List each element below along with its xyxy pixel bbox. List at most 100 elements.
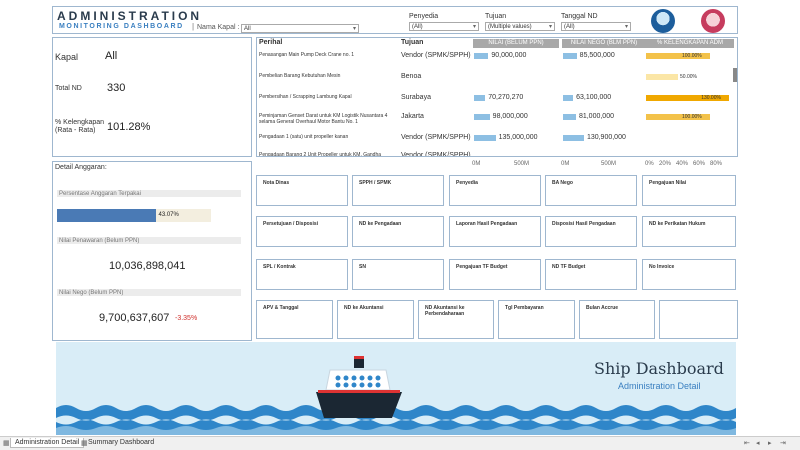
process-cell[interactable]: Laporan Hasil Pengadaan [449,216,541,247]
first-page-icon[interactable]: ⇤ [744,439,750,447]
cell-perihal[interactable]: Pengadaan 1 (satu) unit propeller kanan [259,134,397,140]
process-cell[interactable]: Penyedia [449,175,541,206]
cell-perihal[interactable]: Penasangan Main Pump Deck Crane no. 1 [259,52,397,58]
kapal-filter-select[interactable]: All ▾ [241,24,359,33]
tanggal-filter-select[interactable]: (All) ▾ [561,22,631,31]
axis-pct-1-outer: 20% [659,161,672,167]
chevron-down-icon: ▾ [624,24,628,30]
kapal-label: Kapal [55,52,79,62]
process-cell[interactable]: Nota Dinas [256,175,348,206]
process-cell[interactable]: ND TF Budget [545,259,637,290]
tab-administration-detail[interactable]: Administration Detail [10,438,85,448]
process-cell[interactable]: SN [352,259,444,290]
process-cell[interactable]: Pengajuan Nilai [642,175,736,206]
process-cell[interactable]: Pengajuan TF Budget [449,259,541,290]
penyedia-filter-value: (All) [412,24,423,30]
cell-perihal[interactable]: Peminjaman Genset Darat untuk KM Logisti… [259,113,397,125]
process-cell-label: SPPH / SPMK [359,180,392,186]
process-cell[interactable]: SPL / Kontrak [256,259,348,290]
process-cell[interactable]: ND ke Pengadaan [352,216,444,247]
process-cell[interactable]: ND Akuntansi ke Perbendaharaan [418,300,494,339]
process-cell-label: Disposisi Hasil Pengadaan [552,221,616,227]
axis-pct-0-outer: 0% [645,161,654,167]
cell-nego: 130,900,000 [586,134,626,141]
process-cell[interactable]: Persetujuan / Disposisi [256,216,348,247]
last-page-icon[interactable]: ⇥ [780,439,786,447]
col-header-tujuan[interactable]: Tujuan [401,39,423,46]
persentase-label: Persentase Anggaran Terpakai [59,191,141,197]
process-cell-label: Persetujuan / Disposisi [263,221,319,227]
prev-page-icon[interactable]: ◂ [756,439,760,447]
kelengkapan-label: % Kelengkapan [55,119,105,126]
process-cell-label: Penyedia [456,180,478,186]
process-cell-label: Tgl Pembayaran [505,305,544,311]
col-header-perihal[interactable]: Perihal [259,39,282,46]
process-cell[interactable]: Tgl Pembayaran [498,300,575,339]
process-cell[interactable] [659,300,738,339]
bar-nilai [474,95,486,101]
cell-nego: 63,100,000 [576,94,612,101]
ship-banner: Ship Dashboard Administration Detail [56,342,736,435]
col-header-nego[interactable]: NILAI NEGO (BLM PPN) [562,39,646,48]
banner-subtitle: Administration Detail [618,381,701,391]
cell-nilai: 98,000,000 [492,113,528,120]
tab-summary-dashboard[interactable]: Summary Dashboard [84,438,158,447]
chevron-down-icon: ▾ [472,24,476,30]
company-logo-left [651,9,675,33]
process-cell-label: BA Nego [552,180,573,186]
tujuan-filter-label: Tujuan [485,13,507,20]
total-nd-label: Total ND [55,85,82,92]
tujuan-filter-select[interactable]: (Multiple values) ▾ [485,22,555,31]
axis-nego-1-outer: 500M [601,161,617,167]
penyedia-filter-label: Penyedia [409,13,439,20]
penawaran-value: 10,036,898,041 [109,260,186,272]
cell-perihal[interactable]: Pembelian Barang Kebutuhan Mesin [259,73,397,79]
cell-nilai: 70,270,270 [488,94,524,101]
axis-nilai-0-outer: 0M [472,161,481,167]
process-cell-label: Laporan Hasil Pengadaan [456,221,518,227]
col-header-nilai[interactable]: NILAI (BELUM PPN) [473,39,559,48]
kelengkapan-value: 101.28% [107,121,151,133]
process-cell-label: ND TF Budget [552,264,586,270]
cell-perihal[interactable]: Pengadaan Barang 2 Unit Propeller untuk … [259,152,397,156]
axis-nilai-1-outer: 500M [514,161,530,167]
process-cell[interactable]: APV & Tanggal [256,300,333,339]
col-header-kelengkapan[interactable]: % KELENGKAPAN ADM [646,39,734,48]
detail-title: Detail Anggaran: [55,164,107,171]
process-cell[interactable]: BA Nego [545,175,637,206]
process-cell-label: SN [359,264,366,270]
process-cell[interactable]: ND ke Perikatan Hukum [642,216,736,247]
ship-icon [316,356,402,418]
cell-perihal[interactable]: Pembersihan / Scrapping Lambung Kapal [259,94,397,100]
detail-anggaran-panel: Detail Anggaran: Persentase Anggaran Ter… [52,161,252,341]
cell-kelengkapan: 50.00% [680,74,697,80]
bar-nilai [474,53,489,59]
process-cell-label: ND ke Pengadaan [359,221,402,227]
process-cell[interactable]: ND ke Akuntansi [337,300,414,339]
process-cell[interactable]: No Invoice [642,259,736,290]
axis-pct-3-outer: 60% [693,161,706,167]
process-cell-label: No Invoice [649,264,675,270]
perihal-table: Perihal Tujuan NILAI (BELUM PPN) NILAI N… [256,37,738,157]
cell-tujuan: Surabaya [401,94,431,101]
company-logo-right [701,9,725,33]
process-cell[interactable]: SPPH / SPMK [352,175,444,206]
process-cell[interactable]: Bulan Accrue [579,300,655,339]
process-cell-label: Pengajuan Nilai [649,180,687,186]
persentase-bar-fill [57,209,157,222]
axis-pct-2-outer: 40% [676,161,689,167]
grid-icon: ▦ [3,440,10,447]
total-nd-value: 330 [107,82,126,94]
bar-nilai [474,114,490,120]
tanggal-filter-label: Tanggal ND [561,13,598,20]
next-page-icon[interactable]: ▸ [768,439,772,447]
process-cell[interactable]: Disposisi Hasil Pengadaan [545,216,637,247]
bar-nego [563,114,576,120]
process-cell-label: ND Akuntansi ke Perbendaharaan [425,305,465,317]
table-scrollbar[interactable] [733,68,737,82]
penawaran-label: Nilai Penawaran (Belum PPN) [59,238,140,244]
kelengkapan-sublabel: (Rata - Rata) [55,127,96,134]
persentase-value: 43.07% [158,212,179,218]
penyedia-filter-select[interactable]: (All) ▾ [409,22,479,31]
axis-pct-4-outer: 80% [710,161,723,167]
